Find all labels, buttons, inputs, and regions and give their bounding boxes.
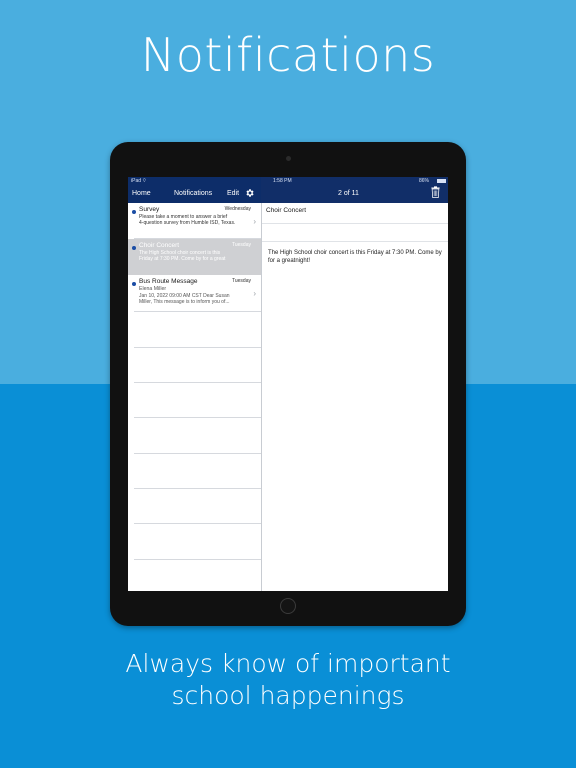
- unread-dot: [132, 246, 136, 250]
- caption: Always know of important school happenin…: [0, 648, 576, 712]
- wifi-icon: ⌔: [142, 178, 147, 184]
- list-item-survey[interactable]: Survey Wednesday Please take a moment to…: [128, 203, 261, 239]
- split-divider: [261, 203, 262, 591]
- camera: [286, 156, 291, 161]
- message-preview-line2: Miller, This message is to inform you of…: [139, 299, 230, 305]
- row-divider: [134, 382, 261, 383]
- device-label: iPad: [131, 178, 142, 184]
- clock: 1:58 PM: [273, 178, 292, 184]
- chevron-right-icon: ›: [253, 217, 256, 226]
- detail-body: The High School choir concert is this Fr…: [268, 250, 442, 264]
- message-title: Survey: [139, 206, 160, 213]
- row-divider: [134, 523, 261, 524]
- nav-title: Notifications: [174, 190, 213, 197]
- row-divider: [134, 453, 261, 454]
- message-preview-line2: Friday at 7:30 PM. Come by for a great: [139, 256, 226, 262]
- unread-dot: [132, 210, 136, 214]
- row-divider: [134, 311, 261, 312]
- row-divider: [134, 488, 261, 489]
- detail-title: Choir Concert: [266, 207, 307, 214]
- gear-icon[interactable]: [245, 188, 255, 198]
- detail-divider: [262, 241, 448, 242]
- message-day: Tuesday: [232, 278, 251, 284]
- message-counter: 2 of 11: [338, 190, 359, 197]
- message-preview-line2: 4-question survey from Humble ISD, Texas…: [139, 220, 236, 226]
- battery-icon: [437, 179, 446, 183]
- message-title: Bus Route Message: [139, 278, 198, 285]
- detail-nav-bar: 1:58 PM 86% 2 of 11: [261, 177, 448, 203]
- chevron-right-icon: ›: [253, 289, 256, 298]
- message-sender: Elena Miller: [139, 286, 167, 292]
- list-item-choir-concert[interactable]: Choir Concert Tuesday The High School ch…: [128, 239, 261, 275]
- ipad-device: iPad ⌔ Home Notifications Edit 1:58 PM 8…: [110, 142, 466, 626]
- message-day: Tuesday: [232, 242, 251, 248]
- caption-line1: Always know of important: [125, 649, 451, 678]
- home-button[interactable]: Home: [132, 190, 151, 197]
- ipad-screen: iPad ⌔ Home Notifications Edit 1:58 PM 8…: [128, 177, 448, 591]
- message-title: Choir Concert: [139, 242, 180, 249]
- unread-dot: [132, 282, 136, 286]
- trash-icon[interactable]: [431, 186, 440, 198]
- edit-button[interactable]: Edit: [227, 190, 239, 197]
- row-divider: [134, 417, 261, 418]
- caption-line2: school happenings: [171, 681, 405, 710]
- message-day: Wednesday: [224, 206, 251, 212]
- home-hardware-button[interactable]: [280, 598, 296, 614]
- list-nav-bar: iPad ⌔ Home Notifications Edit: [128, 177, 261, 203]
- detail-divider: [262, 223, 448, 224]
- row-divider: [134, 347, 261, 348]
- headline: Notifications: [140, 28, 436, 82]
- battery-percent: 86%: [419, 178, 430, 184]
- list-item-bus-route[interactable]: Bus Route Message Tuesday Elena Miller J…: [128, 275, 261, 311]
- row-divider: [134, 559, 261, 560]
